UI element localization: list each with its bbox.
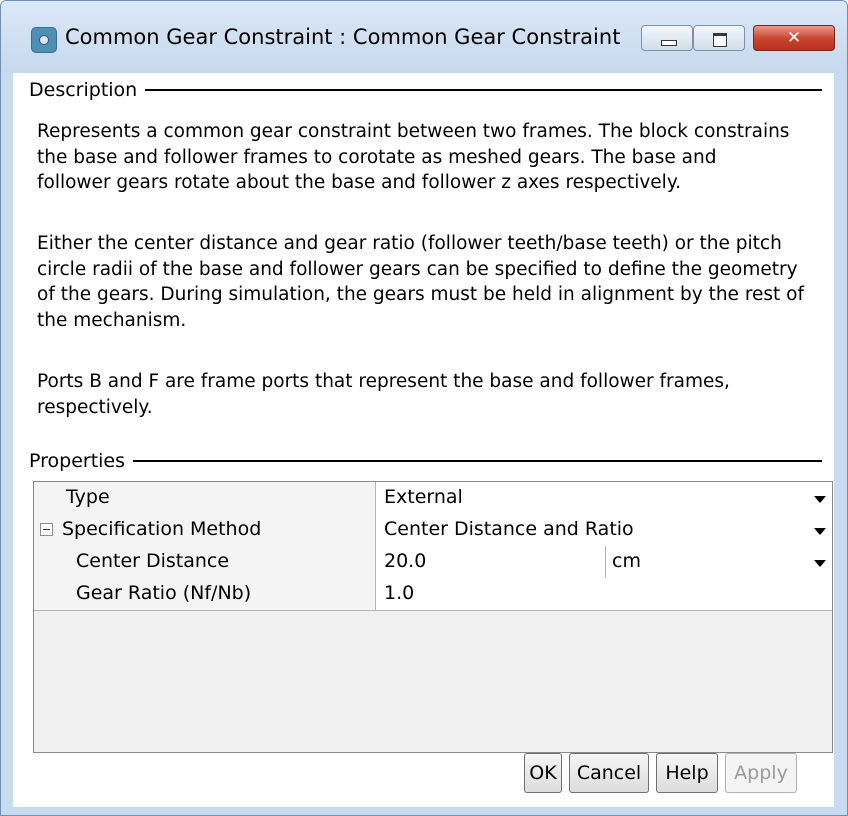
- type-dropdown[interactable]: External: [376, 482, 832, 514]
- section-divider: [145, 89, 822, 91]
- property-row-type: Type External: [34, 482, 832, 515]
- property-label: Center Distance: [34, 546, 376, 578]
- description-line: Represents a common gear constraint betw…: [37, 121, 790, 142]
- property-label: Type: [34, 482, 376, 514]
- cancel-button[interactable]: Cancel: [569, 753, 649, 793]
- chevron-down-icon[interactable]: [814, 528, 826, 535]
- description-section-header: Description: [29, 78, 822, 102]
- dropdown-value: External: [384, 486, 463, 508]
- description-line: the base and follower frames to corotate…: [37, 146, 717, 168]
- apply-button[interactable]: Apply: [725, 753, 797, 793]
- properties-header: Properties: [29, 450, 126, 472]
- title-bar[interactable]: Common Gear Constraint : Common Gear Con…: [1, 1, 847, 73]
- description-paragraph-1: Represents a common gear constraint betw…: [37, 119, 833, 196]
- description-line: respectively.: [37, 396, 153, 418]
- gear-ratio-input[interactable]: 1.0: [376, 578, 832, 610]
- unit-dropdown[interactable]: cm: [606, 546, 832, 578]
- description-line: of the gears. During simulation, the gea…: [37, 284, 805, 305]
- property-label: Gear Ratio (Nf/Nb): [34, 578, 376, 610]
- close-button[interactable]: ✕: [753, 25, 835, 51]
- properties-table: Type External Specification Method Cente…: [33, 481, 833, 753]
- description-line: the mechanism.: [37, 309, 187, 331]
- description-line: follower gears rotate about the base and…: [37, 172, 682, 193]
- property-row-specification-method: Specification Method Center Distance and…: [34, 514, 832, 547]
- description-paragraph-2: Either the center distance and gear rati…: [37, 231, 833, 333]
- description-paragraph-3: Ports B and F are frame ports that repre…: [37, 369, 833, 420]
- dialog-body: Description Represents a common gear con…: [13, 73, 834, 807]
- specification-method-dropdown[interactable]: Center Distance and Ratio: [376, 514, 832, 546]
- maximize-button[interactable]: [693, 25, 745, 51]
- chevron-down-icon[interactable]: [814, 560, 826, 567]
- description-header: Description: [29, 79, 138, 101]
- chevron-down-icon[interactable]: [814, 496, 826, 503]
- property-row-center-distance: Center Distance 20.0 cm: [34, 546, 832, 579]
- section-divider: [133, 460, 822, 462]
- minimize-icon: [661, 40, 677, 46]
- description-line: Either the center distance and gear rati…: [37, 233, 782, 254]
- minimize-button[interactable]: [641, 25, 693, 51]
- collapse-icon[interactable]: [40, 523, 53, 536]
- simscape-block-icon: [31, 27, 57, 53]
- dropdown-value: cm: [612, 550, 641, 572]
- window-title: Common Gear Constraint : Common Gear Con…: [65, 25, 621, 49]
- properties-section-header: Properties: [29, 449, 822, 473]
- description-line: circle radii of the base and follower ge…: [37, 258, 798, 280]
- ok-button[interactable]: OK: [524, 753, 562, 793]
- center-distance-input[interactable]: 20.0: [376, 546, 606, 578]
- property-label: Specification Method: [62, 518, 262, 540]
- description-line: Ports B and F are frame ports that repre…: [37, 371, 730, 392]
- close-icon: ✕: [786, 28, 802, 48]
- dialog-window: Common Gear Constraint : Common Gear Con…: [0, 0, 848, 816]
- property-row-gear-ratio: Gear Ratio (Nf/Nb) 1.0: [34, 578, 832, 611]
- dropdown-value: Center Distance and Ratio: [384, 518, 634, 540]
- maximize-icon: [713, 33, 727, 47]
- property-label-cell: Specification Method: [34, 514, 376, 546]
- help-button[interactable]: Help: [656, 753, 718, 793]
